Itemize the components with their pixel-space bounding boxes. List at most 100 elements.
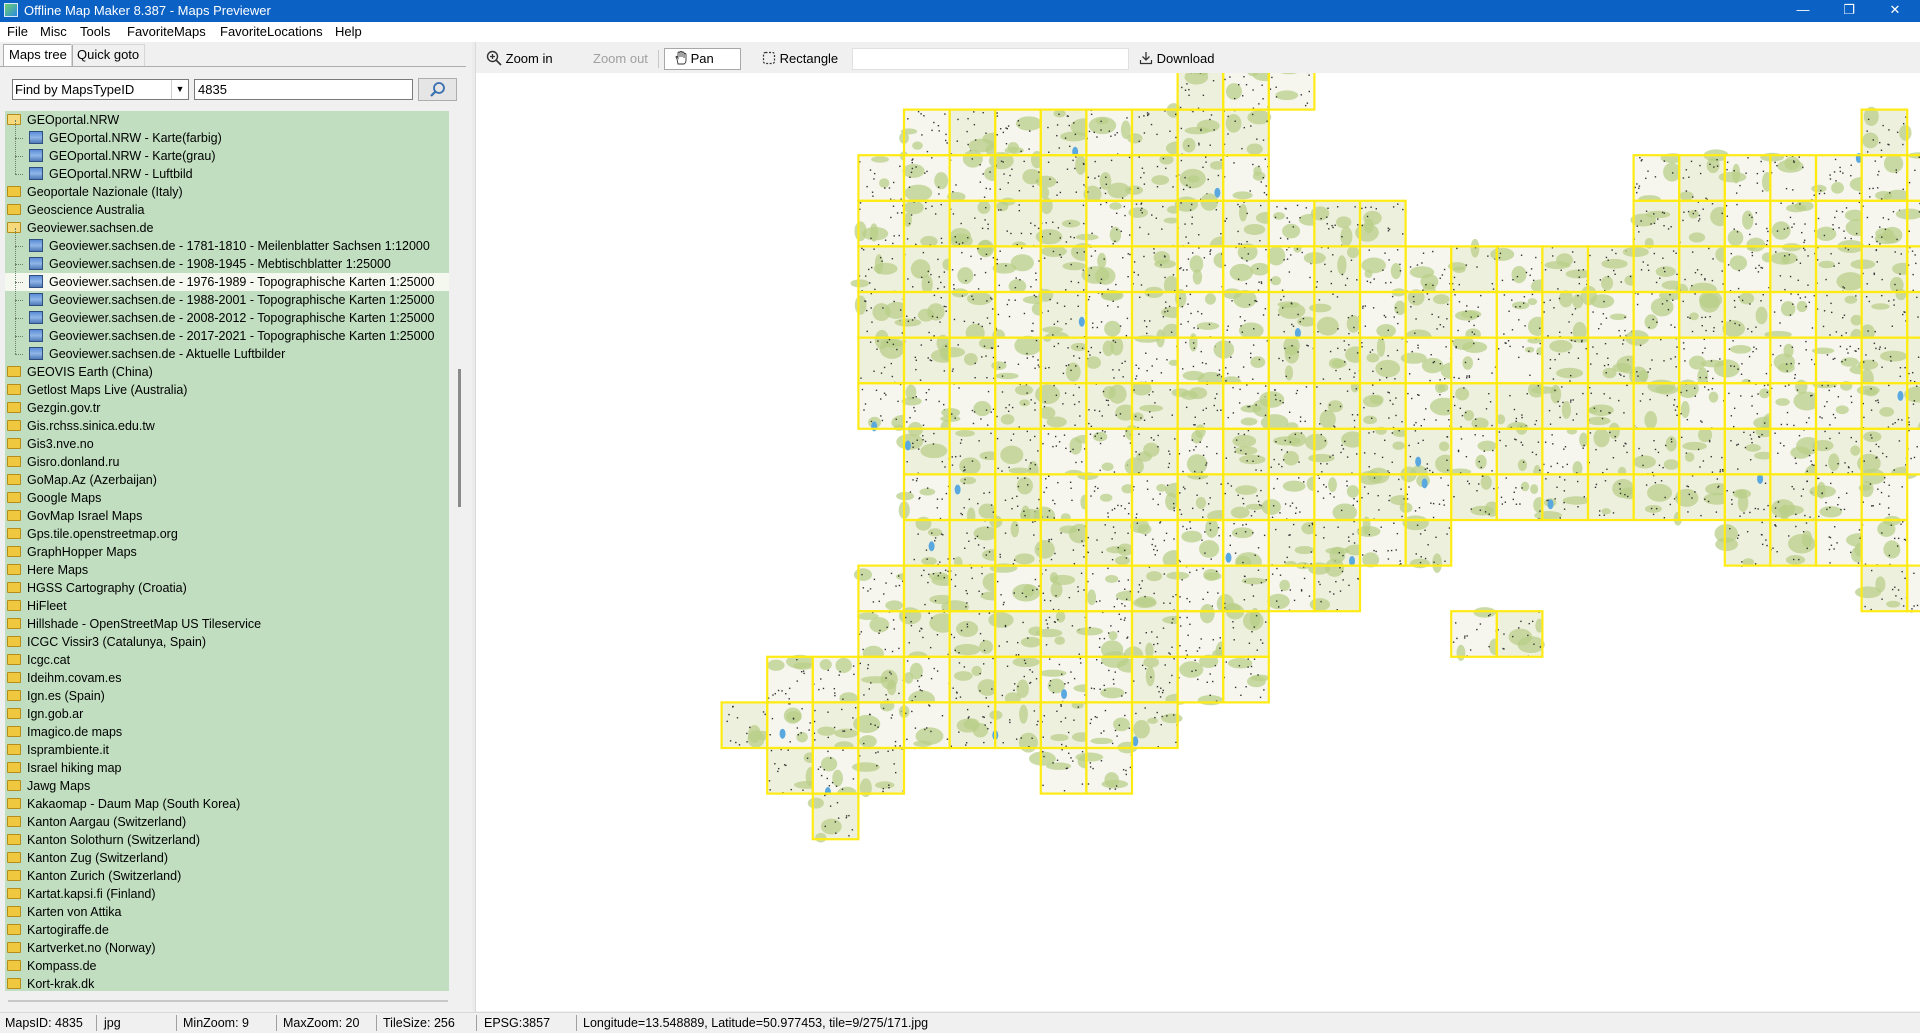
- map-feature: [998, 314, 999, 315]
- map-feature: [934, 295, 935, 296]
- map-feature: [1064, 434, 1065, 435]
- map-feature: [1276, 206, 1277, 207]
- menu-favorite-locations[interactable]: FavoriteLocations: [220, 24, 323, 39]
- map-feature: [1165, 301, 1166, 302]
- map-feature: [1457, 330, 1458, 331]
- map-feature: [990, 433, 991, 434]
- map-feature: [1540, 343, 1541, 344]
- map-feature: [1094, 490, 1095, 491]
- map-feature: [1838, 227, 1839, 228]
- map-feature: [893, 301, 894, 302]
- pan-map-button[interactable]: Pan map: [664, 48, 741, 70]
- map-feature: [1265, 385, 1266, 386]
- maximize-button[interactable]: ❐: [1826, 0, 1872, 22]
- map-feature: [1110, 625, 1111, 626]
- map-feature: [1182, 306, 1183, 307]
- map-feature: [1550, 466, 1551, 467]
- map-view[interactable]: [476, 73, 1920, 1011]
- map-feature: [1088, 783, 1089, 784]
- map-feature: [1027, 637, 1028, 638]
- forest-area: [1247, 110, 1271, 124]
- chevron-down-icon[interactable]: ▼: [171, 80, 188, 99]
- download-button[interactable]: Download: [1139, 48, 1214, 70]
- map-feature: [964, 666, 965, 667]
- tree-item-label: Getlost Maps Live (Australia): [27, 381, 187, 399]
- map-feature: [1901, 253, 1902, 254]
- tree-scrollbar[interactable]: [452, 111, 469, 991]
- menu-tools[interactable]: Tools: [80, 24, 110, 39]
- map-feature: [1420, 562, 1421, 563]
- search-button[interactable]: [418, 78, 457, 101]
- scrollbar-thumb[interactable]: [458, 369, 461, 507]
- close-button[interactable]: ✕: [1872, 0, 1918, 22]
- menu-file[interactable]: File: [7, 24, 28, 39]
- search-input[interactable]: 4835: [194, 79, 413, 100]
- map-feature: [1844, 287, 1845, 288]
- tree-item-label: Kompass.de: [27, 957, 96, 975]
- map-feature: [1106, 184, 1107, 185]
- menu-favorite-maps[interactable]: FavoriteMaps: [127, 24, 206, 39]
- map-feature: [1153, 593, 1154, 594]
- map-canvas[interactable]: [476, 73, 1920, 1011]
- map-feature: [1417, 525, 1418, 526]
- find-mode-select[interactable]: Find by MapsTypeID ▼: [12, 79, 189, 100]
- map-feature: [1190, 313, 1191, 314]
- map-feature: [1722, 469, 1723, 470]
- map-feature: [1003, 602, 1004, 603]
- map-feature: [921, 134, 922, 135]
- map-feature: [1242, 562, 1243, 563]
- zoom-out-button[interactable]: Zoom out: [593, 48, 648, 70]
- map-feature: [953, 213, 954, 214]
- map-feature: [1254, 659, 1255, 660]
- map-feature: [1128, 513, 1129, 514]
- map-feature: [1502, 280, 1503, 281]
- menu-help[interactable]: Help: [335, 24, 362, 39]
- folder-icon: [7, 582, 21, 593]
- map-feature: [983, 493, 984, 494]
- map-feature: [1301, 432, 1302, 433]
- map-feature: [933, 335, 934, 336]
- map-feature: [1390, 282, 1391, 283]
- map-feature: [1743, 512, 1744, 513]
- map-feature: [1066, 241, 1067, 242]
- minimize-button[interactable]: —: [1780, 0, 1826, 22]
- tree-horizontal-scrollbar[interactable]: [8, 1000, 448, 1002]
- map-feature: [1362, 554, 1363, 555]
- tab-maps-tree[interactable]: Maps tree: [3, 44, 73, 66]
- map-feature: [1095, 486, 1096, 487]
- menu-misc[interactable]: Misc: [40, 24, 67, 39]
- forest-area: [1267, 246, 1285, 265]
- map-feature: [1120, 325, 1121, 326]
- map-item[interactable]: Geoviewer.sachsen.de - 1976-1989 - Topog…: [5, 273, 449, 291]
- forest-area: [1232, 435, 1256, 448]
- search-icon: [419, 79, 456, 100]
- forest-area: [1095, 267, 1115, 285]
- map-feature: [1045, 619, 1046, 620]
- map-feature: [1890, 360, 1891, 361]
- map-feature: [1215, 665, 1216, 666]
- map-feature: [1692, 331, 1693, 332]
- map-feature: [870, 238, 871, 239]
- map-feature: [1148, 294, 1149, 295]
- map-feature: [1251, 666, 1252, 667]
- map-feature: [1192, 508, 1193, 509]
- forest-area: [850, 279, 869, 287]
- tab-quick-goto[interactable]: Quick goto: [71, 44, 145, 66]
- map-feature: [1244, 599, 1245, 600]
- map-feature: [1368, 493, 1369, 494]
- map-feature: [1692, 251, 1693, 252]
- map-feature: [1090, 766, 1091, 767]
- map-feature: [1252, 532, 1253, 533]
- zoom-in-button[interactable]: Zoom in: [486, 48, 553, 70]
- map-feature: [1091, 688, 1092, 689]
- map-feature: [1884, 477, 1885, 478]
- map-feature: [1013, 433, 1014, 434]
- toolbar-input[interactable]: [852, 48, 1129, 70]
- rectangle-button[interactable]: Rectangle: [762, 48, 838, 70]
- map-feature: [1122, 376, 1123, 377]
- map-feature: [1180, 561, 1181, 562]
- map-tile: [1816, 383, 1862, 429]
- map-feature: [1641, 159, 1642, 160]
- map-feature: [1171, 332, 1172, 333]
- map-feature: [1056, 195, 1057, 196]
